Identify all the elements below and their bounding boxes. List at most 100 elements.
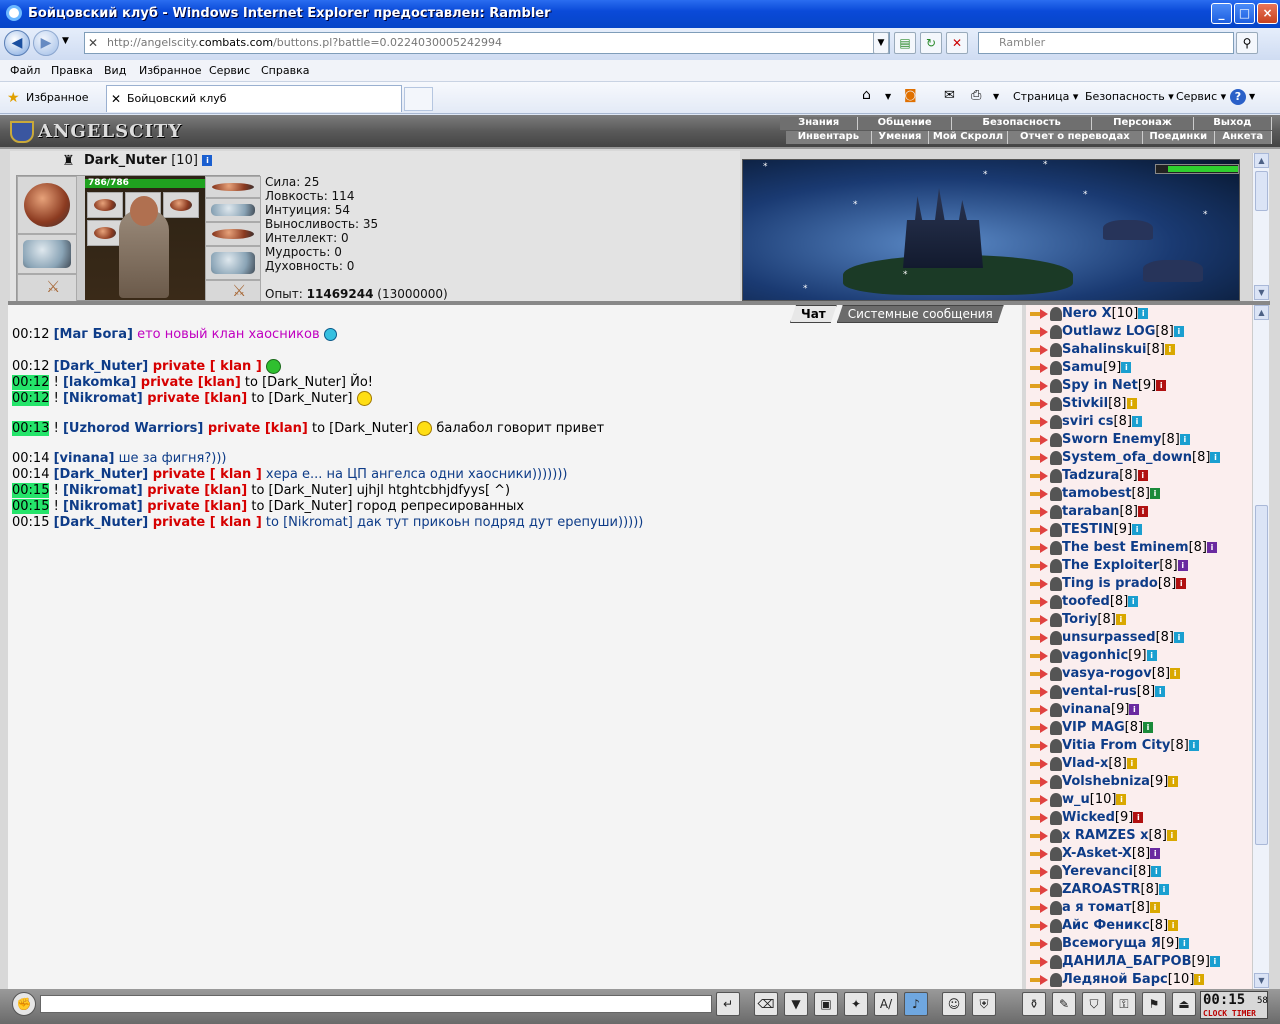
user-info-icon[interactable]: i (1168, 920, 1179, 931)
message-author[interactable]: [Nikromat] (63, 483, 143, 498)
user-info-icon[interactable]: i (1150, 902, 1160, 913)
user-name[interactable]: Vlad-x (1062, 756, 1108, 771)
clan-icon[interactable] (1050, 450, 1062, 465)
clan-icon[interactable] (1050, 540, 1062, 555)
refresh-icon[interactable]: ↻ (920, 32, 942, 54)
user-info-icon[interactable]: i (1129, 704, 1140, 715)
user-list-item[interactable]: Yerevanci[8] i (1030, 863, 1162, 881)
user-list-item[interactable]: Wicked[9] i (1030, 809, 1144, 827)
user-info-icon[interactable]: i (1128, 596, 1139, 607)
message-author[interactable]: [Dark_Nuter] (54, 467, 149, 482)
user-info-icon[interactable]: i (1170, 668, 1181, 679)
message-time[interactable]: 00:14 (12, 451, 49, 466)
private-message-icon[interactable] (1030, 848, 1050, 860)
clan-icon[interactable] (1050, 900, 1062, 915)
message-time[interactable]: 00:12 (12, 327, 49, 342)
clan-icon[interactable] (1050, 342, 1062, 357)
private-message-icon[interactable] (1030, 380, 1050, 392)
user-list-item[interactable]: Nero X[10] i (1030, 305, 1149, 323)
user-info-icon[interactable]: i (1126, 398, 1137, 409)
user-list-item[interactable]: Samu[9] i (1030, 359, 1132, 377)
private-message-icon[interactable] (1030, 650, 1050, 662)
message-time[interactable]: 00:14 (12, 467, 49, 482)
user-info-icon[interactable]: i (1150, 848, 1161, 859)
shield-icon[interactable]: ⛉ (1082, 992, 1106, 1016)
user-info-icon[interactable]: i (1143, 722, 1154, 733)
clan-icon[interactable] (1050, 954, 1062, 969)
private-message-icon[interactable] (1030, 452, 1050, 464)
clan-icon[interactable] (1050, 468, 1062, 483)
private-message-icon[interactable] (1030, 776, 1050, 788)
message-author[interactable]: [vinana] (54, 451, 115, 466)
nav-transfer-report[interactable]: Отчет о переводах (1008, 131, 1143, 144)
clan-icon[interactable] (1050, 810, 1062, 825)
minimize-button[interactable]: _ (1211, 3, 1232, 24)
user-info-icon[interactable]: i (1133, 812, 1144, 823)
private-message-icon[interactable] (1030, 578, 1050, 590)
user-list-item[interactable]: unsurpassed[8] i (1030, 629, 1185, 647)
user-name[interactable]: Yerevanci (1062, 864, 1133, 879)
user-name[interactable]: Samu (1062, 360, 1103, 375)
scroll-thumb[interactable] (1255, 505, 1268, 845)
message-author[interactable]: [Dark_Nuter] (54, 515, 149, 530)
character-name[interactable]: Dark_Nuter (84, 153, 167, 168)
user-name[interactable]: Stivkil (1062, 396, 1108, 411)
menu-help[interactable]: Справка (261, 64, 309, 77)
clan-icon[interactable] (1050, 522, 1062, 537)
stop-icon[interactable]: ✕ (946, 32, 968, 54)
clan-icon[interactable] (1050, 684, 1062, 699)
user-name[interactable]: Outlawz LOG (1062, 324, 1155, 339)
private-message-icon[interactable] (1030, 470, 1050, 482)
message-author[interactable]: [Uzhorod Warriors] (63, 421, 203, 436)
user-name[interactable]: Volshebniza (1062, 774, 1150, 789)
user-name[interactable]: Ting is prado (1062, 576, 1158, 591)
user-name[interactable]: Tadzura (1062, 468, 1119, 483)
user-info-icon[interactable]: i (1146, 650, 1157, 661)
private-message-icon[interactable] (1030, 416, 1050, 428)
ring-slot-1[interactable] (87, 192, 123, 218)
user-list-scrollbar[interactable]: ▲ ▼ (1252, 305, 1269, 989)
user-info-icon[interactable]: i (1132, 524, 1143, 535)
user-name[interactable]: The Exploiter (1062, 558, 1159, 573)
user-info-icon[interactable]: i (1115, 614, 1126, 625)
user-info-icon[interactable]: i (1194, 974, 1205, 985)
fist-icon[interactable]: ✊ (12, 992, 36, 1016)
private-message-icon[interactable] (1030, 794, 1050, 806)
menu-tools[interactable]: Сервис (209, 64, 250, 77)
scroll-down-icon[interactable]: ▼ (1254, 973, 1269, 988)
private-message-icon[interactable] (1030, 920, 1050, 932)
chevron-down-icon[interactable]: ▼ (993, 92, 999, 101)
private-message-icon[interactable] (1030, 344, 1050, 356)
nav-communication[interactable]: Общение (858, 117, 953, 130)
clan-icon[interactable] (1050, 360, 1062, 375)
user-name[interactable]: vinana (1062, 702, 1111, 717)
nav-security[interactable]: Безопасность (952, 117, 1093, 130)
user-list-item[interactable]: Vitia From City[8] i (1030, 737, 1199, 755)
user-list-item[interactable]: toofed[8] i (1030, 593, 1139, 611)
user-name[interactable]: Spy in Net (1062, 378, 1138, 393)
private-message-icon[interactable] (1030, 506, 1050, 518)
private-message-icon[interactable] (1030, 524, 1050, 536)
user-info-icon[interactable]: i (1188, 740, 1199, 751)
private-message-icon[interactable] (1030, 398, 1050, 410)
user-list-item[interactable]: Toriy[8] i (1030, 611, 1126, 629)
private-message-icon[interactable] (1030, 362, 1050, 374)
clan-icon[interactable] (1050, 828, 1062, 843)
user-name[interactable]: tamobest (1062, 486, 1132, 501)
user-name[interactable]: Nero X (1062, 306, 1112, 321)
compat-view-icon[interactable]: ▤ (894, 32, 916, 54)
message-author[interactable]: [Nikromat] (63, 391, 143, 406)
user-info-icon[interactable]: i (1116, 794, 1127, 805)
nav-exit[interactable]: Выход (1194, 117, 1272, 130)
maximize-button[interactable]: □ (1234, 3, 1255, 24)
user-list-item[interactable]: Vlad-x[8] i (1030, 755, 1137, 773)
user-list-item[interactable]: Sahalinskui[8] i (1030, 341, 1175, 359)
user-list-item[interactable]: x RAMZES x[8] i (1030, 827, 1177, 845)
user-list-item[interactable]: Всемогуща Я[9] i (1030, 935, 1190, 953)
user-info-icon[interactable]: i (1176, 578, 1187, 589)
private-message-icon[interactable] (1030, 902, 1050, 914)
rings-slot[interactable] (205, 222, 261, 246)
user-list-item[interactable]: Tadzura[8] i (1030, 467, 1148, 485)
user-name[interactable]: vasya-rogov (1062, 666, 1152, 681)
safety-menu[interactable]: Безопасность ▾ (1085, 90, 1174, 103)
